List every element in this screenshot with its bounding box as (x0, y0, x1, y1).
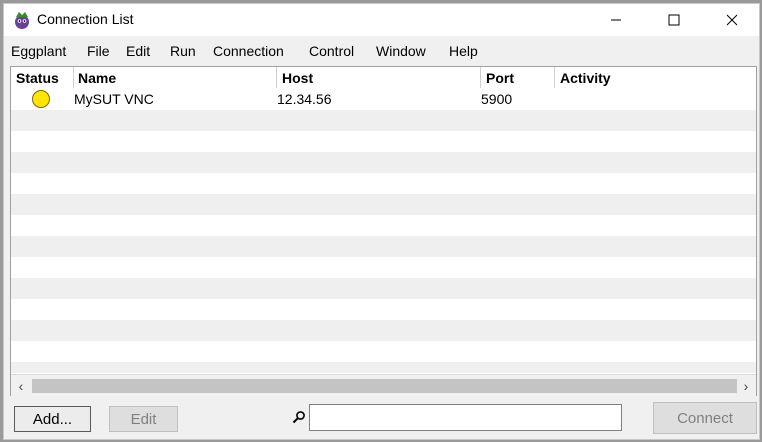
empty-row (11, 257, 756, 278)
column-separator[interactable] (73, 67, 74, 88)
maximize-button[interactable] (645, 4, 703, 36)
menu-file[interactable]: File (87, 43, 110, 59)
column-separator[interactable] (554, 67, 555, 88)
maximize-icon (668, 14, 680, 26)
column-separator[interactable] (276, 67, 277, 88)
column-header-name[interactable]: Name (75, 70, 116, 86)
empty-row (11, 236, 756, 257)
empty-row (11, 278, 756, 299)
status-indicator-icon (32, 90, 50, 108)
eggplant-app-icon (15, 12, 29, 29)
empty-row (11, 299, 756, 320)
empty-row (11, 215, 756, 236)
menu-run[interactable]: Run (170, 43, 196, 59)
title-bar: Connection List (4, 4, 759, 36)
search-input[interactable] (309, 404, 622, 431)
row-name-cell: MySUT VNC (74, 91, 154, 107)
empty-row (11, 320, 756, 341)
column-separator[interactable] (480, 67, 481, 88)
connection-list-window: Connection List Eggplant File Edit Run C… (3, 3, 760, 440)
row-host-cell: 12.34.56 (277, 91, 332, 107)
close-icon (726, 14, 738, 26)
table-row[interactable]: MySUT VNC 12.34.56 5900 (11, 89, 756, 110)
column-header-port[interactable]: Port (483, 70, 514, 86)
empty-row (11, 152, 756, 173)
empty-row (11, 341, 756, 362)
menu-window[interactable]: Window (376, 43, 426, 59)
minimize-icon (611, 19, 621, 21)
menu-control[interactable]: Control (309, 43, 354, 59)
edit-button[interactable]: Edit (109, 406, 178, 432)
table-body: MySUT VNC 12.34.56 5900 (11, 89, 756, 373)
empty-row (11, 110, 756, 131)
menu-bar: Eggplant File Edit Run Connection Contro… (4, 36, 759, 66)
menu-edit[interactable]: Edit (126, 43, 150, 59)
column-header-activity[interactable]: Activity (557, 70, 611, 86)
column-header-host[interactable]: Host (279, 70, 313, 86)
minimize-button[interactable] (587, 4, 645, 36)
connect-button[interactable]: Connect (653, 402, 757, 434)
empty-row (11, 173, 756, 194)
scrollbar-thumb[interactable] (32, 379, 737, 393)
search-icon (292, 411, 305, 424)
scroll-left-icon[interactable]: ‹ (13, 378, 29, 394)
empty-row (11, 194, 756, 215)
connection-table: Status Name Host Port Activity MySUT VNC… (10, 66, 757, 396)
scroll-right-icon[interactable]: › (738, 378, 754, 394)
row-port-cell: 5900 (481, 91, 513, 107)
empty-row (11, 131, 756, 152)
column-header-status[interactable]: Status (13, 70, 59, 86)
empty-row (11, 362, 756, 373)
horizontal-scrollbar[interactable]: ‹ › (11, 374, 756, 396)
add-button[interactable]: Add... (14, 406, 91, 432)
table-header: Status Name Host Port Activity (11, 67, 756, 90)
menu-help[interactable]: Help (449, 43, 478, 59)
window-title: Connection List (37, 11, 134, 27)
close-button[interactable] (703, 4, 761, 36)
menu-connection[interactable]: Connection (213, 43, 284, 59)
menu-eggplant[interactable]: Eggplant (11, 43, 66, 59)
